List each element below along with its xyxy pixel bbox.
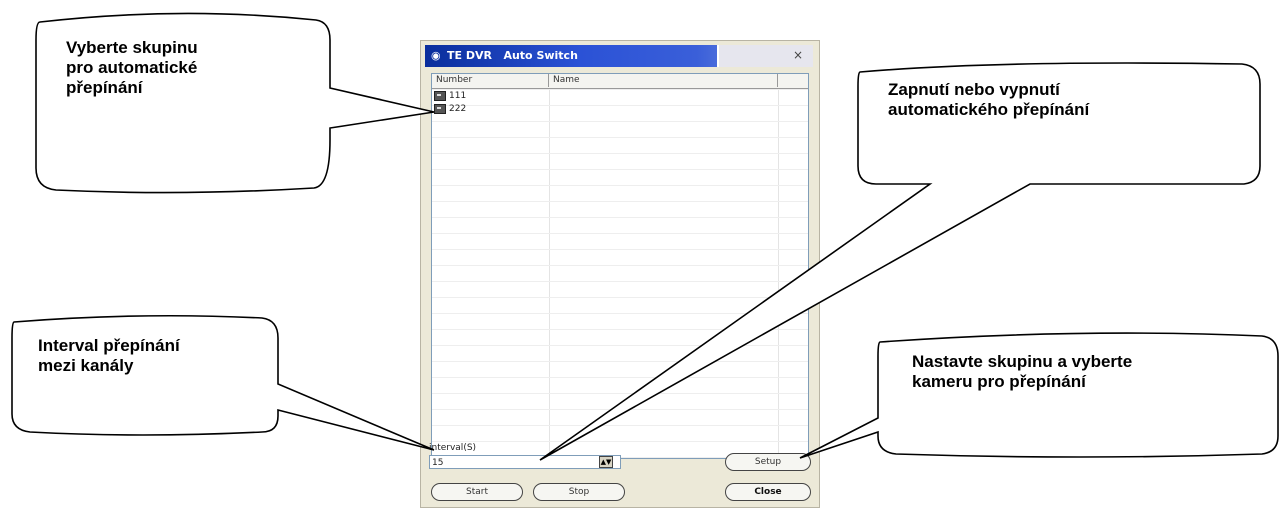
callout-line: Vyberte skupinu [66, 38, 198, 57]
callout-line: pro automatické [66, 58, 198, 77]
callout-select-group: Vyberte skupinu pro automatické přepínán… [66, 38, 198, 98]
callout-interval: Interval přepínání mezi kanály [38, 336, 180, 376]
callout-line: kameru pro přepínání [912, 372, 1086, 391]
callout-line: Nastavte skupinu a vyberte [912, 352, 1133, 371]
callout-line: automatického přepínání [888, 100, 1090, 119]
callout-line: Interval přepínání [38, 336, 180, 355]
callout-line: Zapnutí nebo vypnutí [888, 80, 1060, 99]
callout-line: přepínání [66, 78, 143, 97]
callout-setup: Nastavte skupinu a vyberte kameru pro př… [912, 352, 1132, 392]
callout-toggle: Zapnutí nebo vypnutí automatického přepí… [888, 80, 1089, 120]
callout-line: mezi kanály [38, 356, 134, 375]
